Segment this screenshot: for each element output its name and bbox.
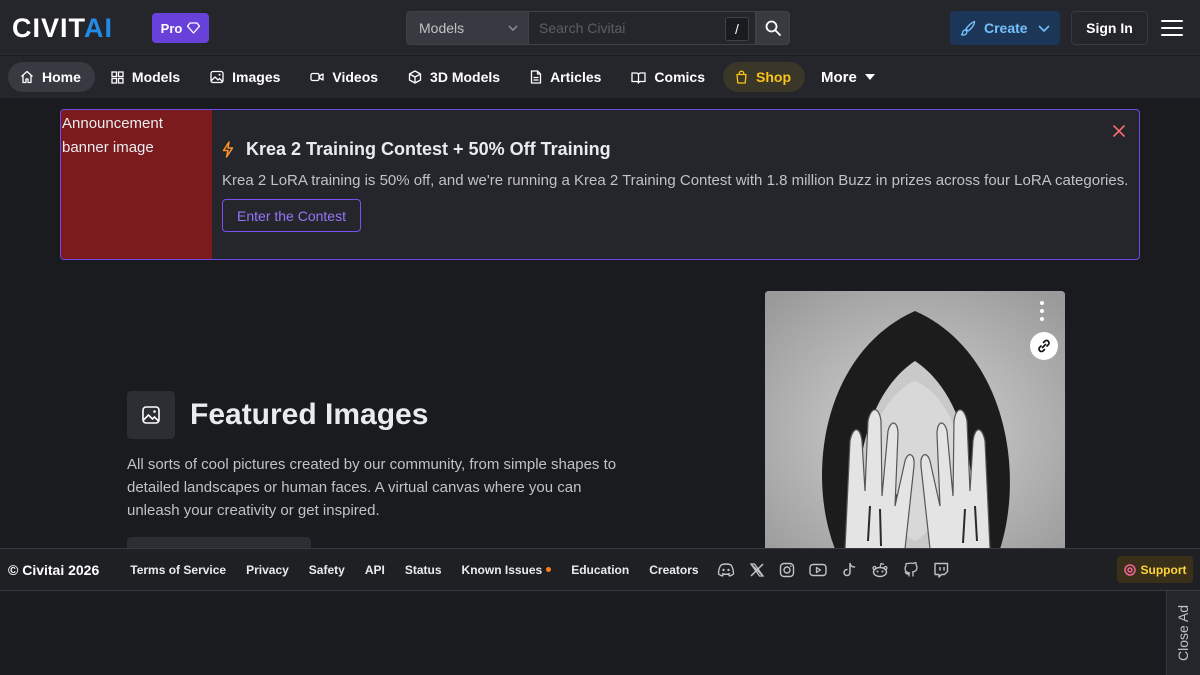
announcement-title: Krea 2 Training Contest + 50% Off Traini… [222,139,611,160]
nav-item-3d-models[interactable]: 3D Models [396,62,514,92]
article-icon [530,70,542,84]
x-icon[interactable] [749,562,765,578]
nav-item-comics[interactable]: Comics [619,62,719,92]
page-background [0,592,1200,675]
footer-link-known-issues[interactable]: Known Issues [452,563,562,577]
github-icon[interactable] [903,561,919,578]
footer-link-terms[interactable]: Terms of Service [120,563,236,577]
cube-icon [408,70,422,84]
chevron-down-icon [1038,24,1050,32]
more-options-icon[interactable] [1035,300,1049,322]
nav-item-models[interactable]: Models [99,62,194,92]
lifebuoy-icon [1123,563,1136,576]
search-input[interactable]: Search Civitai / [529,11,756,45]
enter-contest-button[interactable]: Enter the Contest [222,199,361,232]
top-header: CIVITAI Pro Models Search Civitai / Crea… [0,0,1200,55]
chevron-down-icon [508,25,518,31]
link-icon [1038,339,1050,353]
nav-item-articles[interactable]: Articles [518,62,615,92]
diamond-icon [187,22,201,34]
card-link-button[interactable] [1030,332,1058,360]
announcement-image: Announcement banner image [61,110,212,259]
featured-image-card[interactable] [765,291,1065,549]
grid-icon [111,70,124,84]
search-type-select[interactable]: Models [406,11,529,45]
main-nav: Home Models Images Videos 3D Models Arti… [0,56,1200,98]
youtube-icon[interactable] [808,563,827,577]
featured-images-description: All sorts of cool pictures created by ou… [127,456,617,519]
nav-item-images[interactable]: Images [198,62,294,92]
search-button[interactable] [756,11,790,45]
caret-down-icon [864,74,875,80]
pro-button[interactable]: Pro [152,13,209,43]
footer-link-privacy[interactable]: Privacy [236,563,299,577]
tiktok-icon[interactable] [841,562,857,578]
bolt-icon [222,141,234,158]
discord-icon[interactable] [717,562,735,578]
book-icon [631,71,647,84]
nav-item-shop[interactable]: Shop [723,62,805,92]
featured-images-icon-box [127,391,175,439]
featured-photo [765,291,1065,549]
nav-item-more[interactable]: More [809,62,889,92]
hamburger-menu-icon[interactable] [1160,17,1184,39]
brush-icon [960,20,976,36]
status-dot [546,567,552,572]
civitai-logo[interactable]: CIVITAI [12,15,113,42]
instagram-icon[interactable] [779,562,795,578]
create-button[interactable]: Create [950,11,1060,45]
footer-link-creators[interactable]: Creators [639,563,708,577]
search-shortcut-key: / [725,17,749,41]
search-icon [765,20,781,36]
video-icon [310,72,325,82]
shopping-bag-icon [736,70,747,84]
support-button[interactable]: Support [1117,556,1193,583]
copyright-text: © Civitai 2026 [8,561,100,578]
footer-link-status[interactable]: Status [395,563,452,577]
nav-item-home[interactable]: Home [8,62,95,92]
announcement-text: Krea 2 LoRA training is 50% off, and we'… [222,172,1129,189]
social-links [717,561,949,578]
photo-icon [210,70,224,84]
search-group: Models Search Civitai / [406,11,790,45]
footer-links: Terms of Service Privacy Safety API Stat… [120,563,708,577]
photo-icon [142,406,160,424]
footer-link-api[interactable]: API [355,563,395,577]
nav-item-videos[interactable]: Videos [298,62,392,92]
reddit-icon[interactable] [871,562,889,578]
twitch-icon[interactable] [933,562,949,578]
announcement-banner: Announcement banner image Krea 2 Trainin… [60,109,1140,260]
featured-images-title: Featured Images [190,398,429,431]
close-ad-button[interactable]: Close Ad [1166,591,1200,675]
home-icon [21,70,33,84]
footer-bar: © Civitai 2026 Terms of Service Privacy … [0,548,1200,591]
footer-link-education[interactable]: Education [561,563,639,577]
close-icon[interactable] [1112,124,1126,138]
sign-in-button[interactable]: Sign In [1071,11,1148,45]
footer-link-safety[interactable]: Safety [299,563,355,577]
